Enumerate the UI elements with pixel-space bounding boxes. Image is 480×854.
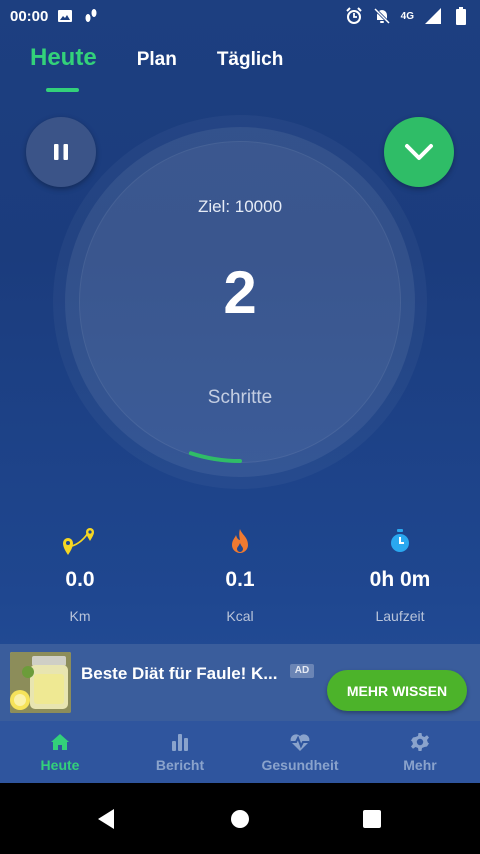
recents-square-icon [363, 810, 381, 828]
expand-button[interactable] [384, 117, 454, 187]
pause-button[interactable] [26, 117, 96, 187]
status-time: 00:00 [10, 7, 49, 25]
back-triangle-icon [98, 809, 114, 829]
calories-value: 0.1 [225, 568, 255, 591]
stats-row: 0.0 Km 0.1 Kcal 0h 0m Laufzeit [0, 525, 480, 624]
ad-cta-button[interactable]: MEHR WISSEN [327, 670, 467, 711]
ad-title[interactable]: Beste Diät für Faule! K... [81, 664, 286, 684]
battery-icon [452, 7, 470, 25]
image-icon [56, 7, 74, 25]
network-type: 4G [400, 10, 414, 22]
footsteps-icon [82, 7, 100, 25]
duration-value: 0h 0m [369, 568, 431, 591]
flame-icon [228, 525, 252, 557]
tab-plan[interactable]: Plan [137, 49, 177, 71]
stat-duration: 0h 0m Laufzeit [320, 525, 480, 624]
nav-item-heute[interactable]: Heute [0, 721, 120, 783]
notifications-off-icon [373, 7, 391, 25]
chevron-down-icon [405, 144, 433, 160]
top-tabs: Heute Plan Täglich [30, 44, 283, 72]
back-button[interactable] [96, 808, 116, 830]
home-icon [50, 731, 70, 753]
ad-image[interactable] [10, 652, 71, 713]
nav-label-heute: Heute [40, 757, 80, 773]
distance-unit: Km [69, 608, 91, 624]
system-navigation-bar [0, 783, 480, 854]
nav-label-gesundheit: Gesundheit [261, 757, 339, 773]
signal-icon [424, 7, 442, 25]
home-button[interactable] [230, 809, 250, 829]
stat-distance: 0.0 Km [0, 525, 160, 624]
map-route-icon [60, 525, 100, 557]
stat-calories: 0.1 Kcal [160, 525, 320, 624]
pause-icon [54, 144, 68, 160]
bottom-nav: Heute Bericht Gesundheit Mehr [0, 721, 480, 783]
active-tab-indicator [46, 88, 79, 92]
nav-item-mehr[interactable]: Mehr [360, 721, 480, 783]
recents-button[interactable] [362, 809, 382, 829]
steps-label: Schritte [207, 387, 273, 408]
bar-chart-icon [170, 731, 190, 753]
calories-unit: Kcal [226, 608, 254, 624]
gear-icon [410, 731, 430, 753]
alarm-icon [345, 7, 363, 25]
nav-label-bericht: Bericht [155, 757, 205, 773]
distance-value: 0.0 [65, 568, 95, 591]
heart-pulse-icon [288, 731, 312, 753]
step-count: 2 [223, 259, 257, 326]
nav-item-bericht[interactable]: Bericht [120, 721, 240, 783]
tab-heute[interactable]: Heute [30, 44, 97, 72]
nav-label-mehr: Mehr [403, 757, 437, 773]
home-circle-icon [231, 810, 249, 828]
status-bar: 00:00 4G [0, 0, 480, 32]
tab-taeglich[interactable]: Täglich [217, 49, 284, 71]
ad-badge: AD [290, 664, 314, 678]
goal-label: Ziel: 10000 [197, 197, 283, 216]
stopwatch-icon [388, 525, 412, 557]
duration-unit: Laufzeit [375, 608, 425, 624]
nav-item-gesundheit[interactable]: Gesundheit [240, 721, 360, 783]
